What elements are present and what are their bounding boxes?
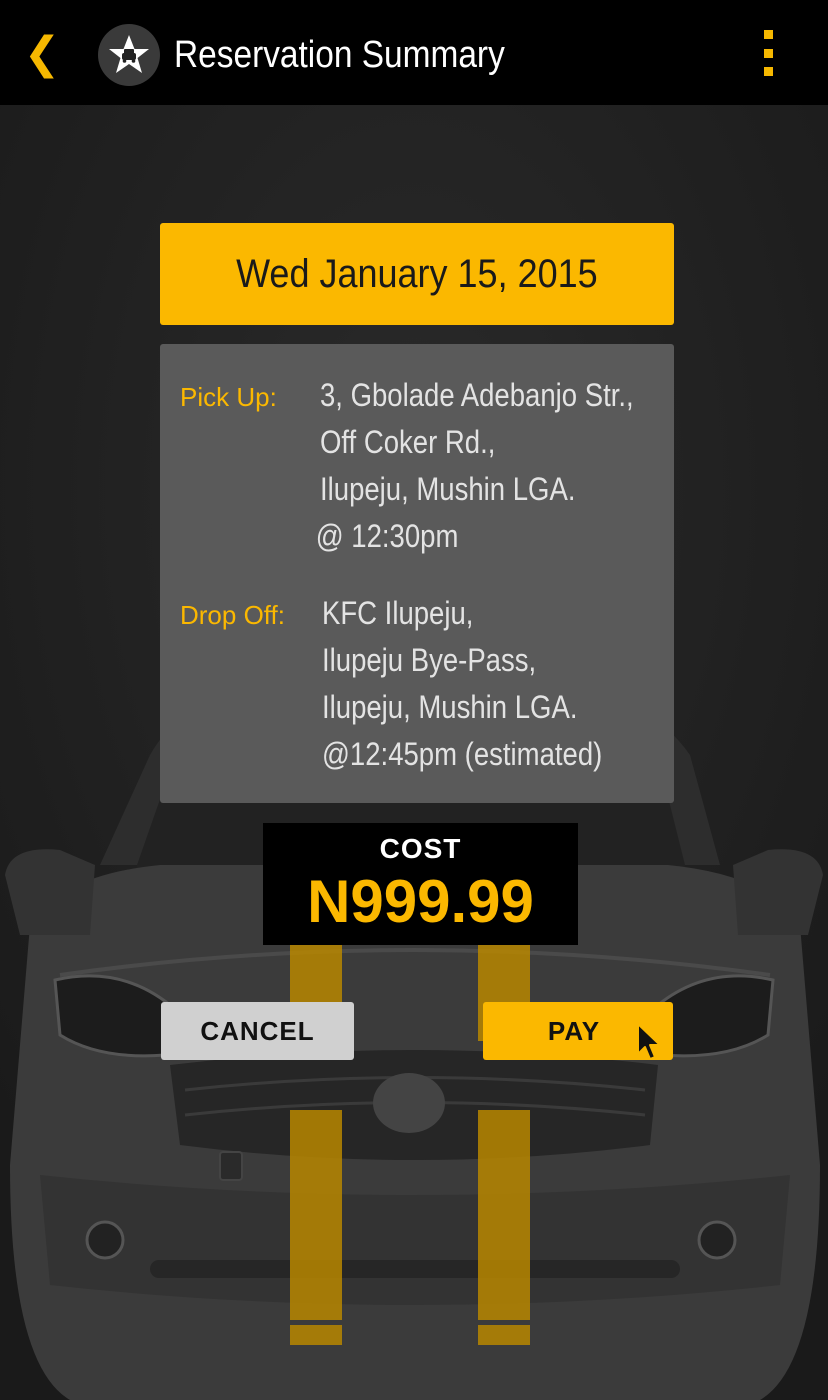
back-button[interactable]: ❮	[22, 28, 62, 80]
app-header: ❮ Reservation Summary	[0, 0, 828, 105]
dropoff-address: KFC Ilupeju, Ilupeju Bye-Pass, Ilupeju, …	[322, 590, 602, 778]
cost-panel: COST N999.99	[263, 823, 578, 945]
cancel-button[interactable]: CANCEL	[161, 1002, 354, 1060]
pickup-address: 3, Gbolade Adebanjo Str., Off Coker Rd.,…	[316, 372, 634, 560]
reservation-date-banner: Wed January 15, 2015	[160, 223, 674, 325]
pickup-line: 3, Gbolade Adebanjo Str.,	[320, 377, 634, 413]
pay-button-label: PAY	[547, 1015, 601, 1046]
mouse-pointer-icon	[637, 1023, 661, 1060]
star-taxi-logo-icon	[109, 35, 149, 73]
page-title: Reservation Summary	[174, 34, 505, 76]
dropoff-time: @12:45pm (estimated)	[322, 736, 603, 772]
pickup-label: Pick Up:	[180, 382, 277, 412]
cost-value: N999.99	[307, 868, 534, 935]
more-vertical-icon[interactable]	[752, 30, 784, 76]
trip-details-card: Pick Up: 3, Gbolade Adebanjo Str., Off C…	[160, 344, 674, 803]
pickup-line: Off Coker Rd.,	[320, 424, 496, 460]
dropoff-line: Ilupeju Bye-Pass,	[322, 642, 537, 678]
dropoff-label: Drop Off:	[180, 600, 286, 630]
reservation-date: Wed January 15, 2015	[236, 251, 598, 296]
app-logo	[98, 24, 160, 86]
cost-label: COST	[379, 833, 462, 864]
chevron-left-icon: ❮	[23, 28, 61, 79]
dropoff-line: KFC Ilupeju,	[322, 595, 474, 631]
pickup-time: @ 12:30pm	[315, 518, 459, 554]
pickup-line: Ilupeju, Mushin LGA.	[320, 471, 576, 507]
dropoff-line: Ilupeju, Mushin LGA.	[322, 689, 578, 725]
